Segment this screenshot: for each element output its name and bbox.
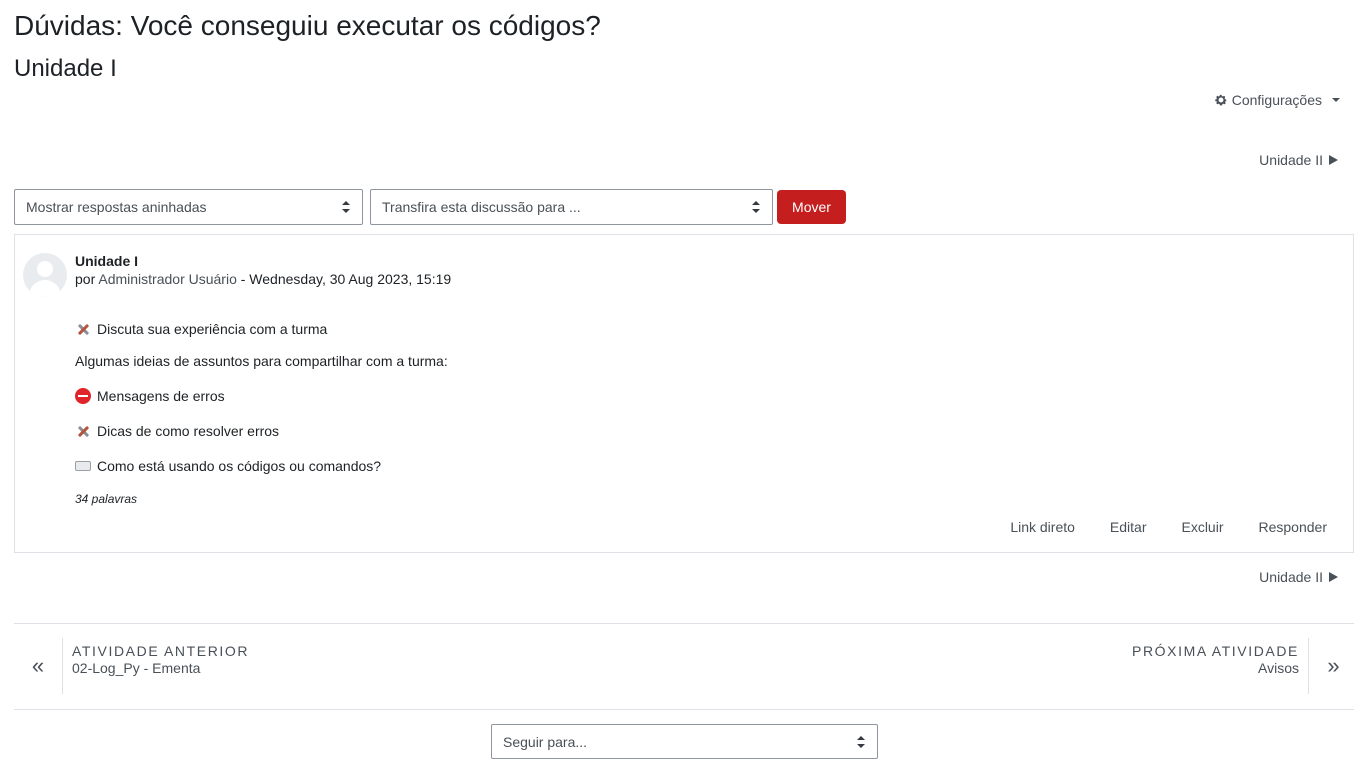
jump-to-select[interactable]: Seguir para... [491, 724, 878, 759]
jump-to-value: Seguir para... [503, 733, 588, 750]
page-title: Dúvidas: Você conseguiu executar os códi… [14, 10, 601, 41]
next-activity-name: Avisos [1258, 659, 1299, 676]
edit-link[interactable]: Editar [1110, 519, 1147, 535]
move-button[interactable]: Mover [777, 190, 846, 224]
reply-link[interactable]: Responder [1259, 519, 1328, 535]
settings-label: Configurações [1231, 92, 1322, 108]
previous-activity-text: ATIVIDADE ANTERIOR 02-Log_Py - Ementa [63, 643, 249, 676]
divider [14, 709, 1354, 710]
by-prefix: por [75, 271, 96, 287]
post-date: - Wednesday, 30 Aug 2023, 15:19 [236, 271, 452, 287]
delete-link[interactable]: Excluir [1181, 519, 1223, 535]
next-discussion-link-bottom[interactable]: Unidade II [1259, 569, 1338, 585]
caret-down-icon [1332, 98, 1340, 102]
post-line-text: Dicas de como resolver erros [97, 423, 280, 439]
settings-menu-button[interactable]: Configurações [1214, 92, 1340, 108]
post-subject: Unidade I [75, 253, 139, 269]
post-line: Discuta sua experiência com a turma [75, 321, 327, 337]
avatar-head-shape [37, 261, 53, 277]
tools-icon [75, 321, 91, 337]
keyboard-icon [75, 461, 91, 471]
avatar-body-shape [29, 280, 61, 297]
select-arrows-icon [342, 201, 350, 213]
post-byline: por Administrador Usuário - Wednesday, 3… [75, 271, 451, 287]
display-mode-value: Mostrar respostas aninhadas [26, 199, 207, 215]
next-discussion-link-top[interactable]: Unidade II [1259, 152, 1338, 168]
select-arrows-icon [752, 201, 760, 213]
post-line-text: Algumas ideias de assuntos para comparti… [75, 353, 448, 369]
no-entry-icon [75, 388, 91, 404]
play-arrow-icon [1329, 155, 1338, 165]
select-arrows-icon [857, 735, 865, 748]
next-activity-link[interactable]: PRÓXIMA ATIVIDADE Avisos » [1132, 638, 1358, 694]
discussion-subtitle: Unidade I [14, 55, 117, 82]
double-chevron-left-icon: « [14, 638, 63, 694]
next-discussion-label: Unidade II [1259, 152, 1323, 168]
previous-activity-label: ATIVIDADE ANTERIOR [72, 642, 250, 659]
previous-activity-name: 02-Log_Py - Ementa [72, 659, 201, 676]
move-discussion-select[interactable]: Transfira esta discussão para ... [370, 189, 773, 225]
display-mode-select[interactable]: Mostrar respostas aninhadas [14, 189, 363, 225]
word-count: 34 palavras [75, 492, 138, 506]
post-line: Como está usando os códigos ou comandos? [75, 458, 381, 474]
post-line-text: Mensagens de erros [97, 388, 225, 404]
permalink-link[interactable]: Link direto [1010, 519, 1075, 535]
next-discussion-label: Unidade II [1259, 569, 1323, 585]
post-line: Mensagens de erros [75, 388, 225, 404]
discussion-page: Dúvidas: Você conseguiu executar os códi… [0, 0, 1372, 760]
post-actions: Link direto Editar Excluir Responder [1010, 519, 1327, 535]
tools-icon [75, 423, 91, 439]
previous-activity-link[interactable]: « ATIVIDADE ANTERIOR 02-Log_Py - Ementa [14, 638, 249, 694]
next-activity-label: PRÓXIMA ATIVIDADE [1132, 642, 1299, 659]
post-line: Algumas ideias de assuntos para comparti… [75, 353, 448, 369]
play-arrow-icon [1329, 572, 1338, 582]
double-chevron-right-icon: » [1308, 638, 1358, 694]
author-link[interactable]: Administrador Usuário [98, 271, 237, 287]
forum-post: Unidade I por Administrador Usuário - We… [14, 234, 1354, 553]
post-line-text: Discuta sua experiência com a turma [97, 321, 328, 337]
next-activity-text: PRÓXIMA ATIVIDADE Avisos [1132, 643, 1308, 676]
gear-icon [1214, 94, 1227, 106]
post-line: Dicas de como resolver erros [75, 423, 279, 439]
move-discussion-value: Transfira esta discussão para ... [382, 199, 581, 215]
avatar[interactable] [23, 253, 67, 297]
divider [14, 623, 1354, 624]
post-line-text: Como está usando os códigos ou comandos? [97, 458, 382, 474]
